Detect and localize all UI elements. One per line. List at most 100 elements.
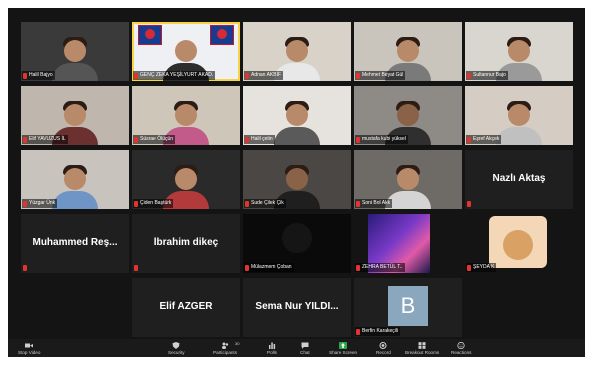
participant-avatar: B [388, 286, 428, 326]
mic-muted-icon [23, 72, 27, 79]
participant-tile-active-speaker[interactable]: GENÇ ZEKA YEŞİLYURT AKAD. [132, 22, 240, 81]
participant-name-label: Elif YAVUZUS İL [22, 135, 68, 144]
chat-button[interactable]: Chat [300, 342, 310, 355]
participant-display-name: Sema Nur YILDI... [255, 300, 339, 312]
mic-muted-icon [356, 136, 360, 143]
participant-tile[interactable]: Sude Çilek Çik [243, 150, 351, 209]
participant-tile[interactable]: Süsrae Ölüçün [132, 86, 240, 145]
grid-icon [418, 342, 426, 349]
people-icon [221, 342, 229, 349]
participant-face [286, 39, 308, 62]
mic-muted-icon [134, 200, 138, 207]
participant-name: Halil Bajyo [29, 72, 53, 78]
participant-face [508, 39, 530, 62]
participant-name: mustafa kubi yüksel [362, 136, 406, 142]
video-camera-icon [25, 342, 34, 349]
participant-name-label [22, 263, 29, 272]
participant-name-label: Mülazmem Çoban [244, 263, 294, 272]
record-icon [379, 342, 387, 349]
participant-display-name: Nazlı Aktaş [492, 172, 546, 184]
participant-name-label [466, 199, 473, 208]
mic-muted-icon [356, 72, 360, 79]
participant-name-label: Süsrae Ölüçün [133, 135, 176, 144]
participant-tile[interactable]: Soni Bol Akk [354, 150, 462, 209]
participants-button[interactable]: Participants 30 [213, 341, 239, 355]
participant-name-label: Berfin Karakeçili [355, 327, 401, 336]
participant-name-label: GENÇ ZEKA YEŞİLYURT AKAD. [133, 71, 216, 80]
participant-name-label: Yüzgar Ünk [22, 199, 58, 208]
mic-muted-icon [245, 136, 249, 143]
participant-tile[interactable]: Mehmet Beyat Gül [354, 22, 462, 81]
participant-face [64, 39, 86, 62]
mic-muted-icon [134, 136, 138, 143]
participant-tile[interactable]: Çiden Baştürk [132, 150, 240, 209]
participant-name-label [133, 263, 140, 272]
stop-video-label: Stop Video [18, 350, 41, 355]
participant-name-label: Mehmet Beyat Gül [355, 71, 406, 80]
participant-name-label: ŞEYDA K [466, 263, 497, 272]
participant-tile[interactable]: Halil Bajyo [21, 22, 129, 81]
mic-muted-icon [134, 264, 138, 271]
participant-name-label: Halil çetin [244, 135, 275, 144]
participant-display-name: Elif AZGER [159, 300, 213, 312]
polls-label: Polls [267, 350, 277, 355]
participant-body [274, 127, 320, 145]
participant-name-label: Çiden Baştürk [133, 199, 174, 208]
participant-body [52, 63, 98, 81]
gallery-grid: Halil Bajyo GENÇ ZEKA YEŞİLYURT AKAD. Ad… [21, 22, 574, 342]
reactions-button[interactable]: Reactions [451, 342, 471, 355]
stop-video-button[interactable]: Stop Video [18, 342, 40, 355]
participant-name-label: Sultannur Bajo [466, 71, 508, 80]
participant-name: Soni Bol Akk [362, 200, 391, 206]
participant-tile[interactable]: Mülazmem Çoban [243, 214, 351, 273]
breakout-rooms-label: Breakout Rooms [405, 350, 440, 355]
participant-tile-no-video[interactable]: Elif AZGER [132, 278, 240, 337]
chat-bubble-icon [301, 342, 309, 349]
polls-button[interactable]: Polls [267, 342, 277, 355]
participant-tile[interactable]: ZEHRA BETÜL T.. [354, 214, 462, 273]
share-screen-icon [339, 342, 348, 349]
participant-tile-no-video[interactable]: Muhammed Reş... [21, 214, 129, 273]
participant-name: Sude Çilek Çik [251, 200, 284, 206]
participant-tile-no-video[interactable]: Nazlı Aktaş [465, 150, 573, 209]
share-screen-button[interactable]: Share Screen [329, 342, 357, 355]
bar-chart-icon [268, 342, 276, 349]
security-label: Security [168, 350, 185, 355]
participant-tile[interactable]: Yüzgar Ünk [21, 150, 129, 209]
participant-name: Çiden Baştürk [140, 200, 172, 206]
participant-face [397, 103, 419, 126]
participant-tile-no-video[interactable]: İbrahim dikeç [132, 214, 240, 273]
participant-tile[interactable]: Adnan AKBİF [243, 22, 351, 81]
participant-tile-no-video[interactable]: Sema Nur YILDI... [243, 278, 351, 337]
participant-name: Elif YAVUZUS İL [29, 136, 66, 142]
cat-image [282, 222, 312, 253]
mic-muted-icon [467, 72, 471, 79]
chat-label: Chat [300, 350, 310, 355]
participant-name: Mülazmem Çoban [251, 264, 292, 270]
academy-logo-left [138, 25, 162, 45]
participant-name-label: Adnan AKBİF [244, 71, 284, 80]
participant-tile[interactable]: mustafa kubi yüksel [354, 86, 462, 145]
participant-tile[interactable]: Eşref Akçek [465, 86, 573, 145]
participant-face [397, 39, 419, 62]
participant-name-label: Eşref Akçek [466, 135, 502, 144]
breakout-rooms-button[interactable]: Breakout Rooms [405, 342, 439, 355]
participant-name-label: Soni Bol Akk [355, 199, 393, 208]
participant-name: Halil çetin [251, 136, 273, 142]
record-label: Record [376, 350, 391, 355]
mic-muted-icon [23, 264, 27, 271]
shield-icon [172, 342, 180, 349]
security-button[interactable]: Security [168, 342, 185, 355]
participant-tile[interactable]: Sultannur Bajo [465, 22, 573, 81]
participant-name-label: mustafa kubi yüksel [355, 135, 408, 144]
participant-tile[interactable]: ŞEYDA K [465, 214, 573, 273]
participant-tile-avatar[interactable]: B Berfin Karakeçili [354, 278, 462, 337]
participant-name: ZEHRA BETÜL T.. [362, 264, 403, 270]
mic-muted-icon [245, 200, 249, 207]
mic-muted-icon [245, 72, 249, 79]
record-button[interactable]: Record [376, 342, 391, 355]
mic-muted-icon [23, 136, 27, 143]
participant-display-name: Muhammed Reş... [32, 236, 118, 248]
participant-tile[interactable]: Halil çetin [243, 86, 351, 145]
participant-tile[interactable]: Elif YAVUZUS İL [21, 86, 129, 145]
